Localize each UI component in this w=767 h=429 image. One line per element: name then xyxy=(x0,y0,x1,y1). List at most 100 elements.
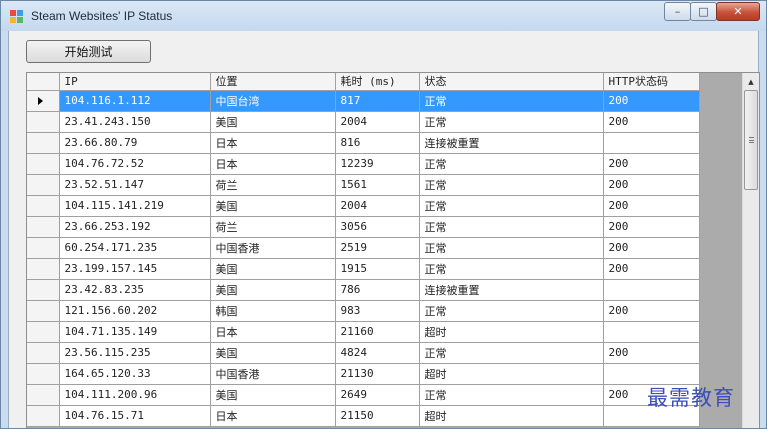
cell-status[interactable]: 正常 xyxy=(419,300,604,322)
row-header[interactable] xyxy=(27,216,60,238)
cell-ip[interactable]: 23.66.80.79 xyxy=(59,132,211,154)
cell-ip[interactable]: 23.56.115.235 xyxy=(59,342,211,364)
cell-http-code[interactable]: 200 xyxy=(603,216,700,238)
table-row[interactable]: 23.52.51.147 荷兰 1561 正常 200 xyxy=(27,174,700,196)
cell-status[interactable]: 正常 xyxy=(419,258,604,280)
cell-status[interactable]: 连接被重置 xyxy=(419,279,604,301)
cell-ip[interactable]: 121.156.60.202 xyxy=(59,300,211,322)
cell-location[interactable]: 美国 xyxy=(210,384,336,406)
cell-location[interactable]: 荷兰 xyxy=(210,174,336,196)
table-row[interactable]: 23.66.253.192 荷兰 3056 正常 200 xyxy=(27,216,700,238)
row-header[interactable] xyxy=(27,237,60,259)
cell-ip[interactable]: 104.76.72.52 xyxy=(59,153,211,175)
row-header[interactable] xyxy=(27,405,60,427)
cell-ip[interactable]: 60.254.171.235 xyxy=(59,237,211,259)
cell-latency[interactable]: 21160 xyxy=(335,321,420,343)
cell-location[interactable]: 日本 xyxy=(210,132,336,154)
cell-http-code[interactable]: 200 xyxy=(603,111,700,133)
table-row[interactable]: 104.115.141.219 美国 2004 正常 200 xyxy=(27,195,700,217)
cell-http-code[interactable] xyxy=(603,132,700,154)
minimize-button[interactable]: – xyxy=(664,2,691,21)
table-row[interactable]: 104.111.200.96 美国 2649 正常 200 xyxy=(27,384,700,406)
table-row[interactable]: 23.42.83.235 美国 786 连接被重置 xyxy=(27,279,700,301)
cell-status[interactable]: 超时 xyxy=(419,363,604,385)
cell-location[interactable]: 韩国 xyxy=(210,300,336,322)
cell-ip[interactable]: 23.42.83.235 xyxy=(59,279,211,301)
cell-latency[interactable]: 2004 xyxy=(335,111,420,133)
table-row[interactable]: 60.254.171.235 中国香港 2519 正常 200 xyxy=(27,237,700,259)
column-header-ip[interactable]: IP xyxy=(59,73,211,91)
cell-location[interactable]: 日本 xyxy=(210,153,336,175)
vertical-scrollbar[interactable]: ▲ xyxy=(742,73,759,428)
scroll-thumb[interactable] xyxy=(744,90,758,190)
row-header[interactable] xyxy=(27,111,60,133)
cell-latency[interactable]: 786 xyxy=(335,279,420,301)
cell-latency[interactable]: 817 xyxy=(335,90,420,112)
cell-latency[interactable]: 4824 xyxy=(335,342,420,364)
cell-status[interactable]: 正常 xyxy=(419,174,604,196)
cell-latency[interactable]: 2519 xyxy=(335,237,420,259)
cell-http-code[interactable]: 200 xyxy=(603,237,700,259)
table-row[interactable]: 23.199.157.145 美国 1915 正常 200 xyxy=(27,258,700,280)
cell-location[interactable]: 日本 xyxy=(210,321,336,343)
cell-location[interactable]: 美国 xyxy=(210,195,336,217)
cell-http-code[interactable]: 200 xyxy=(603,258,700,280)
cell-latency[interactable]: 1561 xyxy=(335,174,420,196)
row-header[interactable] xyxy=(27,174,60,196)
cell-http-code[interactable] xyxy=(603,321,700,343)
table-row[interactable]: 164.65.120.33 中国香港 21130 超时 xyxy=(27,363,700,385)
cell-status[interactable]: 超时 xyxy=(419,321,604,343)
cell-location[interactable]: 中国香港 xyxy=(210,237,336,259)
scroll-up-arrow-icon[interactable]: ▲ xyxy=(743,73,759,90)
cell-http-code[interactable]: 200 xyxy=(603,153,700,175)
cell-ip[interactable]: 104.111.200.96 xyxy=(59,384,211,406)
cell-ip[interactable]: 23.41.243.150 xyxy=(59,111,211,133)
row-header[interactable] xyxy=(27,342,60,364)
row-header[interactable] xyxy=(27,132,60,154)
cell-location[interactable]: 日本 xyxy=(210,405,336,427)
row-header[interactable] xyxy=(27,153,60,175)
table-row[interactable]: 23.41.243.150 美国 2004 正常 200 xyxy=(27,111,700,133)
table-row[interactable]: 104.71.135.149 日本 21160 超时 xyxy=(27,321,700,343)
cell-status[interactable]: 正常 xyxy=(419,237,604,259)
title-bar[interactable]: Steam Websites' IP Status – □ ✕ xyxy=(1,1,766,31)
cell-latency[interactable]: 21150 xyxy=(335,405,420,427)
cell-latency[interactable]: 3056 xyxy=(335,216,420,238)
start-test-button[interactable]: 开始测试 xyxy=(26,40,151,63)
table-row[interactable]: 104.116.1.112 中国台湾 817 正常 200 xyxy=(27,90,700,112)
cell-status[interactable]: 正常 xyxy=(419,90,604,112)
cell-latency[interactable]: 2649 xyxy=(335,384,420,406)
row-header[interactable] xyxy=(27,279,60,301)
cell-ip[interactable]: 23.66.253.192 xyxy=(59,216,211,238)
cell-http-code[interactable]: 200 xyxy=(603,174,700,196)
cell-ip[interactable]: 104.71.135.149 xyxy=(59,321,211,343)
cell-http-code[interactable] xyxy=(603,363,700,385)
cell-latency[interactable]: 12239 xyxy=(335,153,420,175)
cell-status[interactable]: 正常 xyxy=(419,384,604,406)
table-row[interactable]: 104.76.72.52 日本 12239 正常 200 xyxy=(27,153,700,175)
cell-location[interactable]: 中国香港 xyxy=(210,363,336,385)
cell-ip[interactable]: 23.199.157.145 xyxy=(59,258,211,280)
cell-ip[interactable]: 104.115.141.219 xyxy=(59,195,211,217)
cell-location[interactable]: 中国台湾 xyxy=(210,90,336,112)
cell-ip[interactable]: 104.76.15.71 xyxy=(59,405,211,427)
cell-latency[interactable]: 21130 xyxy=(335,363,420,385)
cell-latency[interactable]: 983 xyxy=(335,300,420,322)
cell-status[interactable]: 正常 xyxy=(419,195,604,217)
cell-location[interactable]: 荷兰 xyxy=(210,216,336,238)
cell-http-code[interactable]: 200 xyxy=(603,342,700,364)
cell-status[interactable]: 正常 xyxy=(419,216,604,238)
cell-status[interactable]: 正常 xyxy=(419,153,604,175)
cell-http-code[interactable]: 200 xyxy=(603,300,700,322)
cell-location[interactable]: 美国 xyxy=(210,279,336,301)
row-header[interactable] xyxy=(27,90,60,112)
cell-http-code[interactable] xyxy=(603,279,700,301)
row-header[interactable] xyxy=(27,363,60,385)
table-row[interactable]: 121.156.60.202 韩国 983 正常 200 xyxy=(27,300,700,322)
table-row[interactable]: 23.66.80.79 日本 816 连接被重置 xyxy=(27,132,700,154)
cell-location[interactable]: 美国 xyxy=(210,258,336,280)
row-header[interactable] xyxy=(27,258,60,280)
column-header-status[interactable]: 状态 xyxy=(419,73,604,91)
column-header-http-code[interactable]: HTTP状态码 xyxy=(603,73,700,91)
cell-latency[interactable]: 1915 xyxy=(335,258,420,280)
